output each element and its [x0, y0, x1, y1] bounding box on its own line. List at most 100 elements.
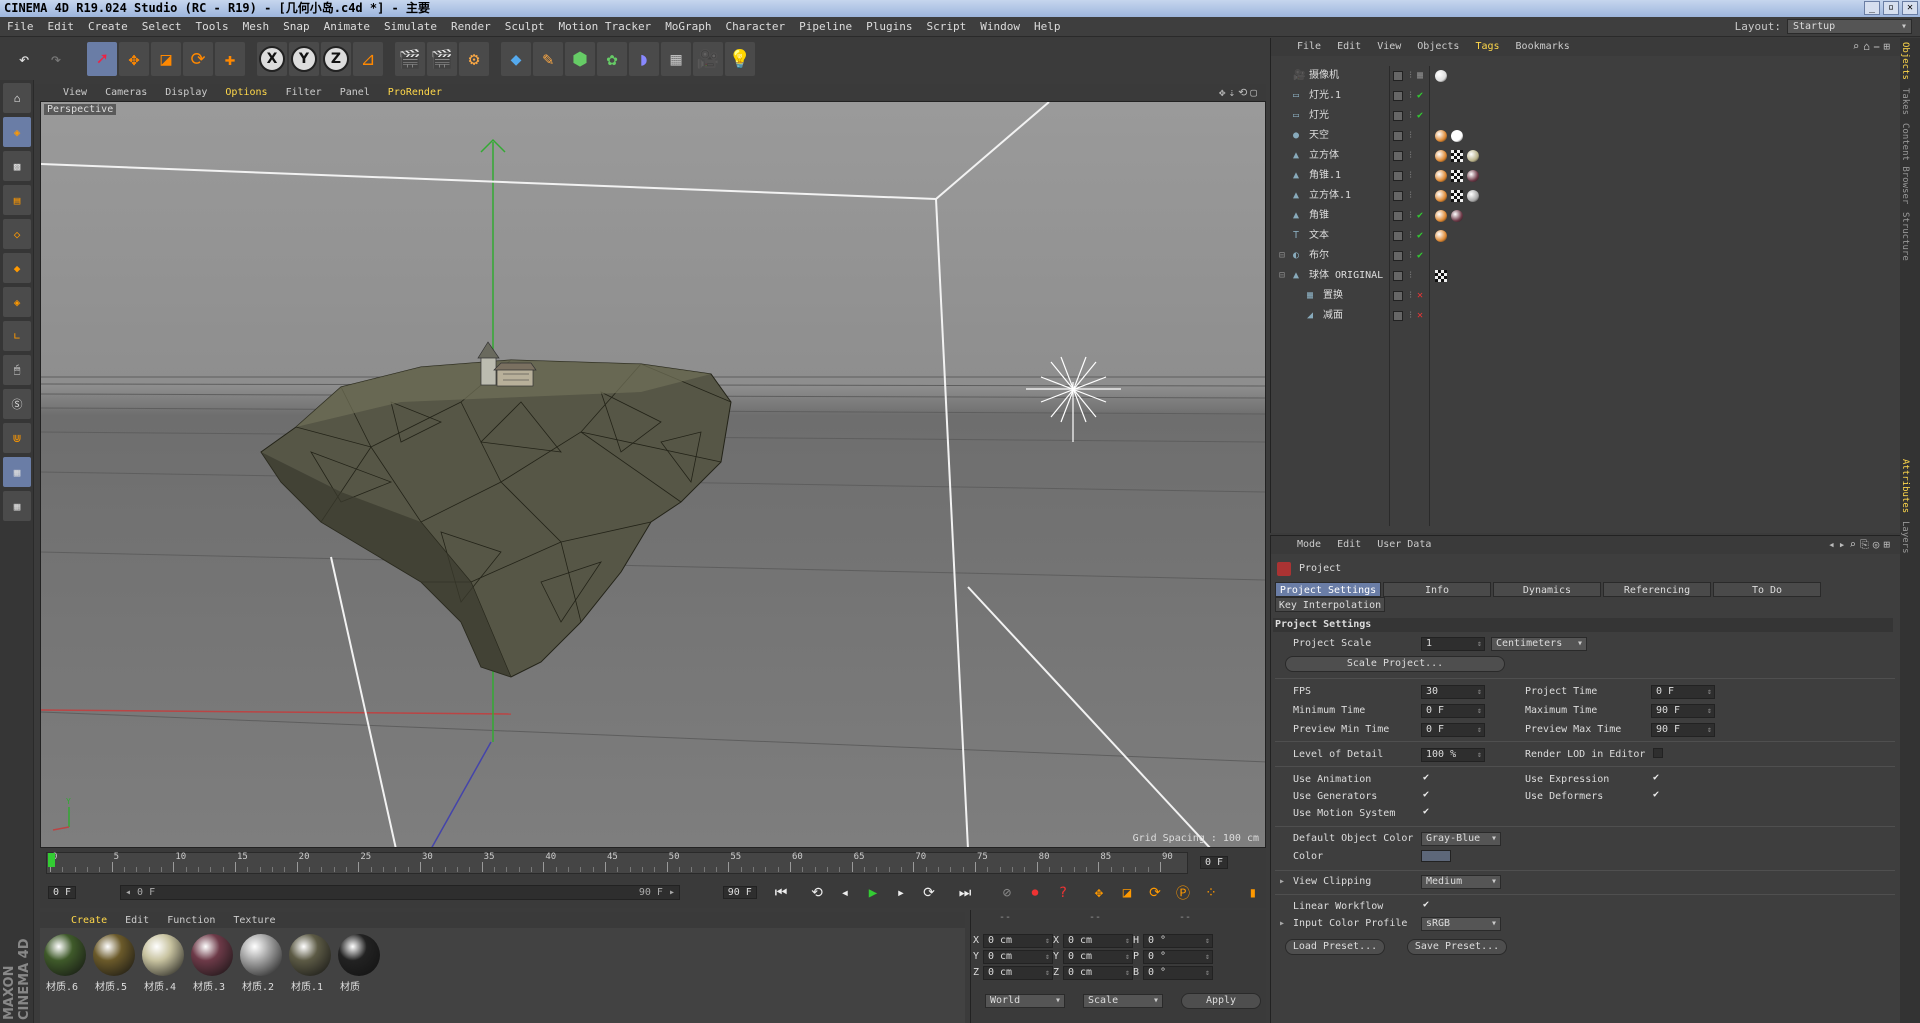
play-icon[interactable]: ▶	[862, 882, 884, 904]
keyframe-selection-icon[interactable]: ?	[1052, 882, 1074, 904]
material-tag-icon[interactable]	[1435, 150, 1447, 162]
coord-rotation-field[interactable]: 0 °	[1143, 966, 1213, 980]
material-tag-icon[interactable]	[1467, 170, 1479, 182]
pen-spline-icon[interactable]: ✎	[533, 42, 563, 76]
material-tag-icon[interactable]	[1467, 150, 1479, 162]
y-axis-lock-icon[interactable]: Y	[289, 42, 319, 76]
level-of-detail-field[interactable]: 100 %	[1421, 748, 1485, 762]
current-frame-field[interactable]: 0 F	[1200, 856, 1229, 869]
visibility-dots-icon[interactable]: ⁝	[1409, 166, 1412, 186]
material-tag-icon[interactable]	[1451, 170, 1463, 182]
menu-tools[interactable]: Tools	[189, 17, 236, 37]
maximum-time-field[interactable]: 90 F	[1651, 704, 1715, 718]
layer-swatch[interactable]	[1393, 211, 1403, 221]
visibility-dots-icon[interactable]: ⁝	[1409, 306, 1412, 326]
expand-arrow-icon[interactable]: ▸	[1279, 918, 1285, 929]
object-name[interactable]: 置换	[1323, 286, 1343, 306]
locked-workplane-icon[interactable]: ▦	[3, 491, 31, 521]
menu-plugins[interactable]: Plugins	[859, 17, 919, 37]
preview-min-time-field[interactable]: 0 F	[1421, 723, 1485, 737]
menu-edit[interactable]: Edit	[41, 17, 82, 37]
make-editable-icon[interactable]: ⌂	[3, 83, 31, 113]
material-tag-icon[interactable]	[1435, 230, 1447, 242]
layer-swatch[interactable]	[1393, 131, 1403, 141]
tab-to-do[interactable]: To Do	[1713, 582, 1821, 597]
visibility-dots-icon[interactable]: ⁝	[1409, 146, 1412, 166]
menu-render[interactable]: Render	[444, 17, 498, 37]
render-settings-icon[interactable]: ⚙	[459, 42, 489, 76]
menu-pipeline[interactable]: Pipeline	[792, 17, 859, 37]
load-preset-button[interactable]: Load Preset...	[1285, 939, 1385, 955]
go-to-end-icon[interactable]: ⏭	[954, 882, 976, 904]
object-name[interactable]: 文本	[1309, 226, 1329, 246]
visibility-dots-icon[interactable]: ⁝	[1409, 106, 1412, 126]
record-rotation-icon[interactable]: ⟳	[1144, 882, 1166, 904]
texture-mode-icon[interactable]: ▩	[3, 151, 31, 181]
tweak-mode-icon[interactable]: 🖱	[3, 355, 31, 385]
enabled-status-icon[interactable]: ✕	[1417, 306, 1423, 326]
layer-swatch[interactable]	[1393, 111, 1403, 121]
layer-swatch[interactable]	[1393, 271, 1403, 281]
material-menu-texture[interactable]: Texture	[224, 912, 284, 929]
menu-character[interactable]: Character	[719, 17, 793, 37]
perspective-viewport[interactable]: Y Perspective Grid Spacing : 100 cm	[40, 101, 1266, 848]
material-tag-icon[interactable]	[1451, 210, 1463, 222]
menu-select[interactable]: Select	[135, 17, 189, 37]
fps-field[interactable]: 30	[1421, 685, 1485, 699]
tab-dynamics[interactable]: Dynamics	[1493, 582, 1601, 597]
coord-rotation-field[interactable]: 0 °	[1143, 950, 1213, 964]
minimum-time-field[interactable]: 0 F	[1421, 704, 1485, 718]
floor-icon[interactable]: ▦	[661, 42, 691, 76]
default-object-color-dropdown[interactable]: Gray-Blue	[1421, 832, 1501, 846]
coord-size-field[interactable]: 0 cm	[1063, 966, 1133, 980]
material-tag-icon[interactable]	[1451, 150, 1463, 162]
playhead[interactable]	[48, 853, 55, 867]
coord-size-field[interactable]: 0 cm	[1063, 934, 1133, 948]
input-color-profile-dropdown[interactable]: sRGB	[1421, 917, 1501, 931]
object-row[interactable]: ▲ 立方体.1 ⁝	[1271, 186, 1901, 206]
previous-frame-icon[interactable]: ◂	[834, 882, 856, 904]
coord-position-field[interactable]: 0 cm	[983, 950, 1053, 964]
object-row[interactable]: ⊟ ▲ 球体 ORIGINAL ⁝	[1271, 266, 1901, 286]
project-scale-field[interactable]: 1	[1421, 637, 1485, 651]
material-menu-create[interactable]: Create	[62, 912, 116, 929]
expand-toggle-icon[interactable]: ⊟	[1279, 266, 1285, 286]
object-name[interactable]: 摄像机	[1309, 66, 1339, 86]
material-tag-icon[interactable]	[1435, 270, 1447, 282]
layer-swatch[interactable]	[1393, 191, 1403, 201]
visibility-dots-icon[interactable]: ⁝	[1409, 186, 1412, 206]
menu-snap[interactable]: Snap	[276, 17, 317, 37]
menu-sculpt[interactable]: Sculpt	[498, 17, 552, 37]
object-name[interactable]: 角锥.1	[1309, 166, 1341, 186]
viewport-menu-display[interactable]: Display	[156, 84, 216, 101]
tab-key-interpolation[interactable]: Key Interpolation	[1275, 597, 1385, 612]
workplane-mode-icon[interactable]: ▤	[3, 185, 31, 215]
use-deformers-checkbox[interactable]: ✔	[1653, 790, 1663, 800]
enabled-status-icon[interactable]: ✔	[1417, 86, 1423, 106]
object-row[interactable]: ▲ 立方体 ⁝	[1271, 146, 1901, 166]
subdivision-surface-icon[interactable]: ⬢	[565, 42, 595, 76]
layer-swatch[interactable]	[1393, 251, 1403, 261]
layer-swatch[interactable]	[1393, 231, 1403, 241]
viewport-menu-options[interactable]: Options	[216, 84, 276, 101]
live-selection-icon[interactable]: ➚	[87, 42, 117, 76]
om-menu-file[interactable]: File	[1289, 38, 1329, 56]
layer-swatch[interactable]	[1393, 311, 1403, 321]
start-frame-field[interactable]: 0 F	[48, 886, 77, 899]
next-key-icon[interactable]: ⟳	[918, 882, 940, 904]
viewport-nav-icons[interactable]: ✥⇣⟲▢	[1219, 84, 1260, 101]
layer-swatch[interactable]	[1393, 151, 1403, 161]
camera-icon[interactable]: 🎥	[693, 42, 723, 76]
layer-swatch[interactable]	[1393, 71, 1403, 81]
object-row[interactable]: ● 天空 ⁝	[1271, 126, 1901, 146]
object-row[interactable]: ▦ 置换 ⁝ ✕	[1271, 286, 1901, 306]
side-tab-layers[interactable]: Layers	[1900, 517, 1910, 558]
viewport-menu-view[interactable]: View	[54, 84, 96, 101]
side-tab-objects[interactable]: Objects	[1900, 38, 1910, 84]
tab-referencing[interactable]: Referencing	[1603, 582, 1711, 597]
coord-size-field[interactable]: 0 cm	[1063, 950, 1133, 964]
workplane-icon[interactable]: ▦	[3, 457, 31, 487]
cloner-icon[interactable]: ✿	[597, 42, 627, 76]
enabled-status-icon[interactable]: ✔	[1417, 106, 1423, 126]
material-menu-function[interactable]: Function	[158, 912, 224, 929]
